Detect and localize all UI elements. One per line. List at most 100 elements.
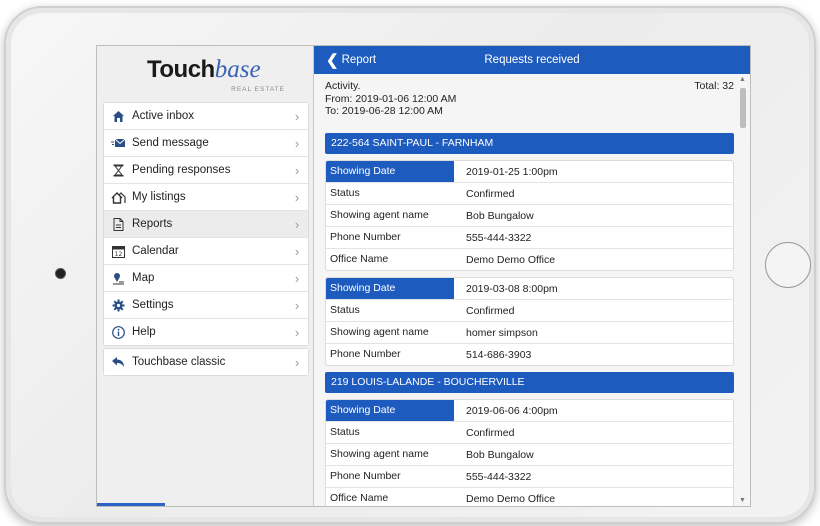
sidebar-item-pending-responses[interactable]: Pending responses › <box>104 157 308 184</box>
sidebar-item-settings[interactable]: Settings › <box>104 292 308 319</box>
info-icon <box>104 325 132 339</box>
sidebar-item-send-message[interactable]: Send message › <box>104 130 308 157</box>
detail-value: Confirmed <box>466 187 515 200</box>
chevron-right-icon: › <box>294 297 300 313</box>
showing-card[interactable]: Showing Date 2019-03-08 8:00pm Status Confi… <box>325 277 734 366</box>
detail-row: Office Name Demo Demo Office <box>326 249 733 270</box>
back-button[interactable]: ❮ Report <box>326 46 376 74</box>
detail-value: Bob Bungalow <box>466 209 534 222</box>
detail-value: 2019-06-06 4:00pm <box>466 404 558 417</box>
detail-key: Phone Number <box>330 231 401 243</box>
detail-row: Showing Date 2019-06-06 4:00pm <box>326 400 733 422</box>
detail-row: Status Confirmed <box>326 422 733 444</box>
chevron-right-icon: › <box>294 189 300 205</box>
detail-value: 2019-03-08 8:00pm <box>466 282 558 295</box>
hourglass-icon <box>104 164 132 177</box>
detail-key: Showing agent name <box>330 326 429 338</box>
sidebar-item-touchbase-classic[interactable]: Touchbase classic › <box>104 349 308 375</box>
showing-card[interactable]: Showing Date 2019-06-06 4:00pm Status Confi… <box>325 399 734 506</box>
detail-row: Showing Date 2019-01-25 1:00pm <box>326 161 733 183</box>
document-icon <box>104 217 132 231</box>
property-address-header[interactable]: 219 LOUIS-LALANDE - BOUCHERVILLE <box>325 372 734 393</box>
svg-text:12: 12 <box>114 251 122 258</box>
back-arrow-icon <box>104 356 132 368</box>
detail-value: Confirmed <box>466 304 515 317</box>
detail-row: Status Confirmed <box>326 183 733 205</box>
detail-row: Showing Date 2019-03-08 8:00pm <box>326 278 733 300</box>
send-icon <box>104 138 132 149</box>
detail-value: Demo Demo Office <box>466 492 556 505</box>
sidebar-item-label: Reports <box>132 218 173 230</box>
detail-row: Office Name Demo Demo Office <box>326 488 733 506</box>
logo-subtitle: REAL ESTATE <box>231 86 285 93</box>
home-button[interactable] <box>765 242 811 288</box>
sidebar-item-label: My listings <box>132 191 186 203</box>
chevron-right-icon: › <box>294 135 300 151</box>
activity-label: Activity. <box>325 80 361 92</box>
showing-card[interactable]: Showing Date 2019-01-25 1:00pm Status Confi… <box>325 160 734 271</box>
sidebar-item-map[interactable]: Map › <box>104 265 308 292</box>
sidebar-item-label: Pending responses <box>132 164 231 176</box>
sidebar-item-label: Help <box>132 326 156 338</box>
scrollbar[interactable]: ▲ ▼ <box>738 76 748 504</box>
sidebar-item-label: Calendar <box>132 245 179 257</box>
date-to: To: 2019-06-28 12:00 AM <box>325 105 443 117</box>
logo-touch-text: Touch <box>147 56 215 83</box>
scroll-up-icon[interactable]: ▲ <box>739 76 746 83</box>
chevron-right-icon: › <box>294 324 300 340</box>
sidebar-menu: Active inbox › Send message › Pending re… <box>103 102 309 346</box>
chevron-right-icon: › <box>294 162 300 178</box>
detail-value: homer simpson <box>466 326 538 339</box>
chevron-right-icon: › <box>294 216 300 232</box>
map-pin-icon <box>104 272 132 285</box>
detail-key: Showing Date <box>326 278 454 299</box>
calendar-icon: 12 <box>104 245 132 258</box>
report-info: Activity. From: 2019-01-06 12:00 AM To: … <box>325 80 725 118</box>
detail-row: Phone Number 555-444-3322 <box>326 466 733 488</box>
page-title: Requests received <box>484 54 580 66</box>
detail-key: Showing agent name <box>330 448 429 460</box>
scrollbar-thumb[interactable] <box>740 88 746 128</box>
detail-row: Status Confirmed <box>326 300 733 322</box>
detail-key: Status <box>330 426 360 438</box>
sidebar-item-label: Active inbox <box>132 110 195 122</box>
detail-value: 2019-01-25 1:00pm <box>466 165 558 178</box>
tablet-frame: Touchbase REAL ESTATE Active inbox › Sen… <box>4 6 816 524</box>
detail-value: 555-444-3322 <box>466 470 532 483</box>
detail-key: Phone Number <box>330 470 401 482</box>
detail-key: Showing agent name <box>330 209 429 221</box>
camera-dot <box>56 269 65 278</box>
chevron-right-icon: › <box>294 270 300 286</box>
chevron-right-icon: › <box>294 354 300 370</box>
property-address-header[interactable]: 222-564 SAINT-PAUL - FARNHAM <box>325 133 734 154</box>
logo-base-text: base <box>214 56 261 83</box>
main-panel: Requests received ❮ Report Activity. Fro… <box>314 46 750 506</box>
top-bar: Requests received ❮ Report <box>314 46 750 74</box>
detail-value: Bob Bungalow <box>466 448 534 461</box>
sidebar-item-my-listings[interactable]: My listings › <box>104 184 308 211</box>
detail-row: Phone Number 514-686-3903 <box>326 344 733 365</box>
sidebar-item-label: Map <box>132 272 155 284</box>
chevron-right-icon: › <box>294 108 300 124</box>
sidebar-bottom-indicator <box>97 503 165 506</box>
sidebar-item-reports[interactable]: Reports › <box>104 211 308 238</box>
sidebar-item-label: Settings <box>132 299 174 311</box>
detail-key: Showing Date <box>326 400 454 421</box>
app-screen: Touchbase REAL ESTATE Active inbox › Sen… <box>96 45 751 507</box>
sidebar-item-label: Send message <box>132 137 209 149</box>
scroll-down-icon[interactable]: ▼ <box>739 497 746 504</box>
detail-key: Phone Number <box>330 348 401 360</box>
detail-row: Phone Number 555-444-3322 <box>326 227 733 249</box>
sidebar: Touchbase REAL ESTATE Active inbox › Sen… <box>97 46 314 506</box>
detail-key: Office Name <box>330 253 389 265</box>
sidebar-item-active-inbox[interactable]: Active inbox › <box>104 103 308 130</box>
date-from: From: 2019-01-06 12:00 AM <box>325 92 457 105</box>
total-count: Total: 32 <box>694 80 734 92</box>
detail-value: Demo Demo Office <box>466 253 556 266</box>
chevron-right-icon: › <box>294 243 300 259</box>
sidebar-item-help[interactable]: Help › <box>104 319 308 345</box>
houses-icon <box>104 191 132 204</box>
sidebar-item-calendar[interactable]: 12 Calendar › <box>104 238 308 265</box>
touchbase-logo: Touchbase REAL ESTATE <box>147 56 297 98</box>
detail-value: 514-686-3903 <box>466 348 532 361</box>
